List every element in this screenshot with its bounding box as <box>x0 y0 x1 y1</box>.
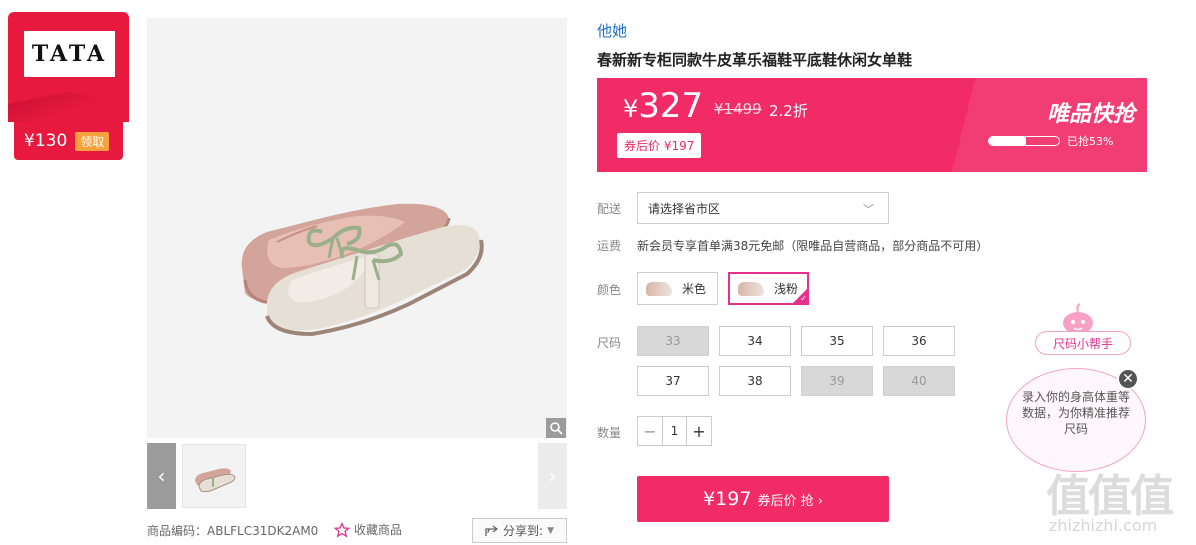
quantity-label: 数量 <box>597 426 622 440</box>
close-icon[interactable]: ✕ <box>1117 368 1139 390</box>
coupon-badge[interactable]: TATA ¥130 领取 <box>8 12 129 160</box>
discount-rate: 2.2折 <box>769 102 808 120</box>
thumbnail-image[interactable] <box>182 444 246 508</box>
after-coupon-price: 券后价 ¥197 <box>617 133 702 158</box>
color-option-beige[interactable]: 米色 <box>637 272 718 305</box>
watermark-url: zhizhizhi.com <box>1049 516 1158 535</box>
currency-symbol: ¥ <box>623 95 639 123</box>
color-option-label: 浅粉 <box>774 282 799 296</box>
star-icon <box>334 521 350 538</box>
sold-progress-fill <box>989 137 1027 145</box>
size-option: 39 <box>801 366 873 396</box>
size-option[interactable]: 36 <box>883 326 955 356</box>
region-placeholder: 请选择省市区 <box>648 201 721 216</box>
current-price: ¥327 <box>623 86 703 126</box>
favorite-label: 收藏商品 <box>354 523 403 537</box>
sold-progress-text: 已抢53% <box>1067 135 1114 148</box>
region-select[interactable]: 请选择省市区 ﹀ <box>637 192 889 224</box>
chevron-right-icon: › <box>548 464 557 488</box>
quantity-decrease-button[interactable]: − <box>638 417 662 445</box>
buy-button-label: 券后价 抢 › <box>757 493 823 509</box>
product-sku: 商品编码：ABLFLC31DK2AM0 <box>147 524 319 538</box>
size-helper-tag[interactable]: 尺码小帮手 <box>1035 331 1131 355</box>
color-option-light-pink[interactable]: 浅粉 ✓ <box>728 272 809 305</box>
share-dropdown[interactable]: 分享到: ▼ <box>472 518 567 543</box>
price-banner: ¥327 ¥1499 2.2折 券后价 ¥197 唯品快抢 已抢53% <box>597 78 1147 172</box>
brand-logo: TATA <box>24 31 115 77</box>
thumbnail-prev-button[interactable]: ‹ <box>147 443 176 509</box>
chevron-left-icon: ‹ <box>157 464 166 488</box>
size-option: 33 <box>637 326 709 356</box>
shipping-info: 新会员专享首单满38元免邮（限唯品自营商品，部分商品不可用） <box>637 239 989 253</box>
color-swatch <box>646 281 672 296</box>
original-price: ¥1499 <box>714 100 762 118</box>
shoe-illustration <box>241 203 484 337</box>
size-option[interactable]: 37 <box>637 366 709 396</box>
favorite-button[interactable]: 收藏商品 <box>334 521 402 538</box>
brand-link[interactable]: 他她 <box>597 20 627 41</box>
watermark-logo: 值值值 <box>1046 471 1174 522</box>
color-label: 颜色 <box>597 283 622 297</box>
quantity-increase-button[interactable]: + <box>687 417 711 445</box>
shoe-thumbnail-icon <box>195 468 236 493</box>
share-label: 分享到: <box>503 524 544 538</box>
product-main-image[interactable] <box>147 18 567 438</box>
quantity-value[interactable]: 1 <box>662 417 687 445</box>
caret-down-icon: ▼ <box>547 525 554 536</box>
coupon-claim-button[interactable]: 领取 <box>75 131 110 151</box>
color-option-label: 米色 <box>682 282 707 296</box>
current-price-value: 327 <box>638 86 704 126</box>
color-swatch <box>738 281 764 296</box>
buy-button[interactable]: ¥197 券后价 抢 › <box>637 476 889 522</box>
size-option[interactable]: 34 <box>719 326 791 356</box>
buy-button-amount: ¥197 <box>703 488 752 510</box>
size-option: 40 <box>883 366 955 396</box>
product-title: 春新新专柜同款牛皮革乐福鞋平底鞋休闲女单鞋 <box>597 51 913 69</box>
chevron-down-icon: ﹀ <box>863 203 874 216</box>
sold-progress-bar <box>988 136 1060 146</box>
shipping-label: 运费 <box>597 239 622 253</box>
thumbnail-next-button[interactable]: › <box>538 443 567 509</box>
flash-sale-title: 唯品快抢 <box>1046 102 1135 127</box>
coupon-strip[interactable]: ¥130 领取 <box>14 122 123 160</box>
zoom-icon[interactable] <box>546 418 566 438</box>
coupon-price: ¥130 <box>24 131 68 151</box>
share-icon <box>485 524 499 536</box>
delivery-label: 配送 <box>597 202 622 216</box>
size-option[interactable]: 38 <box>719 366 791 396</box>
size-option[interactable]: 35 <box>801 326 873 356</box>
quantity-stepper[interactable]: − 1 + <box>637 416 712 446</box>
size-label: 尺码 <box>597 336 622 350</box>
